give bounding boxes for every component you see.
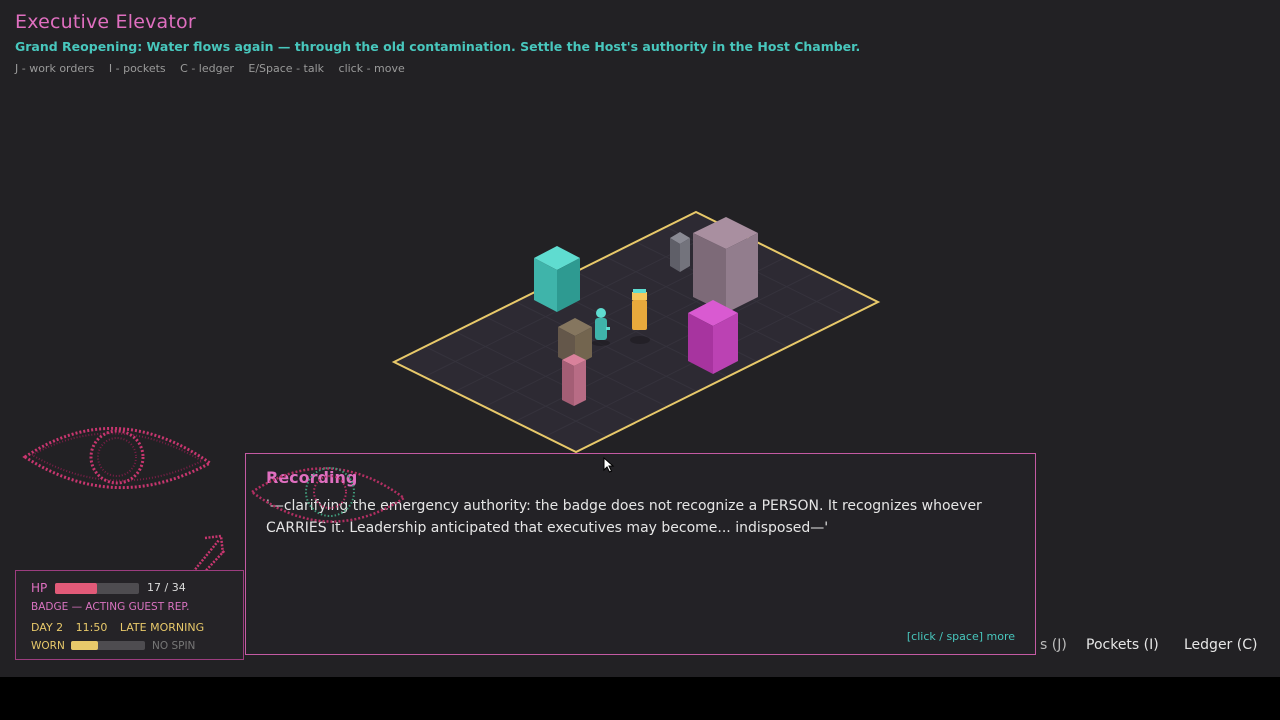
hint-move: click - move xyxy=(338,62,405,75)
badge-label: BADGE — ACTING GUEST REP. xyxy=(31,601,190,613)
pockets-button[interactable]: Pockets (I) xyxy=(1086,637,1159,653)
letterbox-bar xyxy=(0,677,1280,720)
room-title: Executive Elevator xyxy=(15,11,196,33)
mauve-cabinet[interactable] xyxy=(693,217,758,313)
dialog-more-button[interactable]: [click / space] more xyxy=(907,630,1015,643)
period-label: LATE MORNING xyxy=(119,621,205,634)
objective-text: Grand Reopening: Water flows again — thr… xyxy=(15,39,861,54)
hp-bar xyxy=(55,583,139,594)
hint-talk: E/Space - talk xyxy=(248,62,325,75)
time-row: DAY 2 11:50 LATE MORNING xyxy=(31,621,213,634)
eye-doodle-icon xyxy=(22,426,213,490)
clock-label: 11:50 xyxy=(75,621,108,634)
teal-pillar[interactable] xyxy=(534,246,580,312)
hint-ledger: C - ledger xyxy=(180,62,234,75)
hint-work-orders: J - work orders xyxy=(15,62,95,75)
dialog-eye-doodle-icon xyxy=(249,467,407,523)
status-panel: HP 17 / 34 BADGE — ACTING GUEST REP. DAY… xyxy=(15,570,244,660)
pink-pillar[interactable] xyxy=(562,354,586,406)
work-orders-button[interactable]: s (J) xyxy=(1040,637,1067,653)
hp-bar-fill xyxy=(55,583,97,594)
worn-label: WORN xyxy=(31,640,65,652)
controls-hint: J - work orders I - pockets C - ledger E… xyxy=(15,62,416,75)
ledger-button[interactable]: Ledger (C) xyxy=(1184,637,1257,653)
hp-label: HP xyxy=(31,581,48,595)
worn-bar xyxy=(71,641,145,650)
worn-bar-fill xyxy=(71,641,99,650)
hp-value: 17 / 34 xyxy=(147,581,186,594)
spin-label: NO SPIN xyxy=(152,640,196,652)
cursor-icon xyxy=(603,457,615,473)
magenta-pillar[interactable] xyxy=(688,300,738,374)
small-gray-crate[interactable] xyxy=(670,232,690,272)
day-label: DAY 2 xyxy=(31,621,64,634)
hint-pockets: I - pockets xyxy=(108,62,166,75)
isometric-room[interactable] xyxy=(380,200,890,460)
